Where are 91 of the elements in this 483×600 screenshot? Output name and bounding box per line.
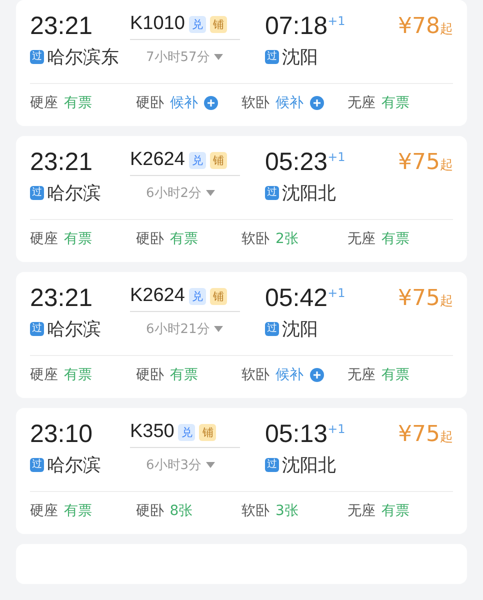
- price-suffix: 起: [440, 157, 453, 174]
- pass-through-badge: 过: [265, 458, 279, 472]
- train-number: K2624: [130, 285, 185, 307]
- seat-type: 硬座: [30, 366, 58, 384]
- arrival-station: 沈阳北: [282, 182, 336, 205]
- price-suffix: 起: [440, 429, 453, 446]
- caret-icon[interactable]: [214, 326, 223, 332]
- seat-type: 硬座: [30, 94, 58, 112]
- departure-station: 哈尔滨东: [47, 46, 119, 69]
- seat-type: 无座: [347, 366, 376, 384]
- seat-status: 8张: [170, 502, 193, 520]
- arrival-station: 沈阳北: [282, 454, 336, 477]
- arrival-time: 07:18: [265, 12, 328, 41]
- seat-type: 无座: [347, 230, 376, 248]
- seat-type: 硬卧: [136, 366, 164, 384]
- seat-type: 无座: [347, 502, 376, 520]
- duration: 6小时2分: [146, 185, 202, 202]
- departure-time: 23:10: [30, 420, 94, 449]
- train-number: K2624: [130, 149, 185, 171]
- seat-type: 硬卧: [136, 502, 164, 520]
- seat-type: 软卧: [242, 94, 270, 112]
- pass-through-badge: 过: [265, 186, 279, 200]
- seat-type: 软卧: [242, 366, 270, 384]
- train-tag: 兑: [188, 16, 206, 32]
- pass-through-badge: 过: [30, 322, 44, 336]
- day-offset: +1: [328, 14, 346, 28]
- departure-station: 哈尔滨: [47, 318, 101, 341]
- seat-type: 硬座: [30, 230, 58, 248]
- seat-status: 有票: [64, 94, 92, 112]
- price: ¥75: [398, 286, 440, 311]
- seat-status: 有票: [381, 94, 410, 112]
- price: ¥75: [398, 150, 440, 175]
- pass-through-badge: 过: [30, 186, 44, 200]
- seat-status: 3张: [276, 502, 298, 520]
- price: ¥75: [398, 422, 440, 447]
- departure-station: 哈尔滨: [47, 454, 101, 477]
- departure-time: 23:21: [30, 284, 94, 313]
- caret-icon[interactable]: [206, 462, 215, 468]
- seat-status: 有票: [64, 502, 92, 520]
- seat-status: 候补: [170, 94, 198, 112]
- seat-type: 软卧: [242, 230, 270, 248]
- train-tag: 兑: [188, 152, 206, 168]
- seat-type: 硬卧: [136, 230, 164, 248]
- arrival-station: 沈阳: [282, 318, 318, 341]
- day-offset: +1: [328, 422, 346, 436]
- seat-status: 候补: [276, 366, 304, 384]
- seat-type: 硬卧: [136, 94, 164, 112]
- train-tag: 铺: [199, 424, 216, 440]
- price: ¥78: [398, 14, 440, 39]
- arrival-time: 05:13: [265, 420, 328, 449]
- train-tag: 铺: [210, 152, 227, 168]
- train-tag: 铺: [210, 16, 227, 32]
- seat-type: 软卧: [242, 502, 270, 520]
- plus-icon[interactable]: [310, 96, 324, 110]
- plus-icon[interactable]: [310, 368, 324, 382]
- train-number: K1010: [130, 13, 185, 35]
- train-tag: 兑: [188, 288, 206, 304]
- pass-through-badge: 过: [265, 322, 279, 336]
- pass-through-badge: 过: [30, 50, 44, 64]
- train-tag: 铺: [210, 288, 227, 304]
- seat-status: 有票: [170, 366, 198, 384]
- day-offset: +1: [328, 150, 346, 164]
- arrival-time: 05:42: [265, 284, 328, 313]
- seat-status: 2张: [276, 230, 298, 248]
- price-suffix: 起: [440, 293, 453, 310]
- seat-status: 候补: [276, 94, 304, 112]
- duration: 6小时21分: [146, 321, 210, 338]
- seat-type: 无座: [347, 94, 376, 112]
- seat-status: 有票: [381, 366, 410, 384]
- seat-status: 有票: [64, 230, 92, 248]
- seat-status: 有票: [381, 230, 410, 248]
- duration: 6小时3分: [146, 457, 202, 474]
- seat-status: 有票: [64, 366, 92, 384]
- price-suffix: 起: [440, 21, 453, 38]
- departure-time: 23:21: [30, 12, 94, 41]
- pass-through-badge: 过: [30, 458, 44, 472]
- seat-status: 有票: [170, 230, 198, 248]
- caret-icon[interactable]: [206, 190, 215, 196]
- pass-through-badge: 过: [265, 50, 279, 64]
- day-offset: +1: [328, 286, 346, 300]
- arrival-time: 05:23: [265, 148, 328, 177]
- departure-time: 23:21: [30, 148, 94, 177]
- train-number: K350: [130, 421, 174, 443]
- caret-icon[interactable]: [214, 54, 223, 60]
- seat-status: 有票: [381, 502, 410, 520]
- train-tag: 兑: [178, 424, 196, 440]
- plus-icon[interactable]: [204, 96, 218, 110]
- duration: 7小时57分: [146, 49, 210, 66]
- departure-station: 哈尔滨: [47, 182, 101, 205]
- seat-type: 硬座: [30, 502, 58, 520]
- arrival-station: 沈阳: [282, 46, 318, 69]
